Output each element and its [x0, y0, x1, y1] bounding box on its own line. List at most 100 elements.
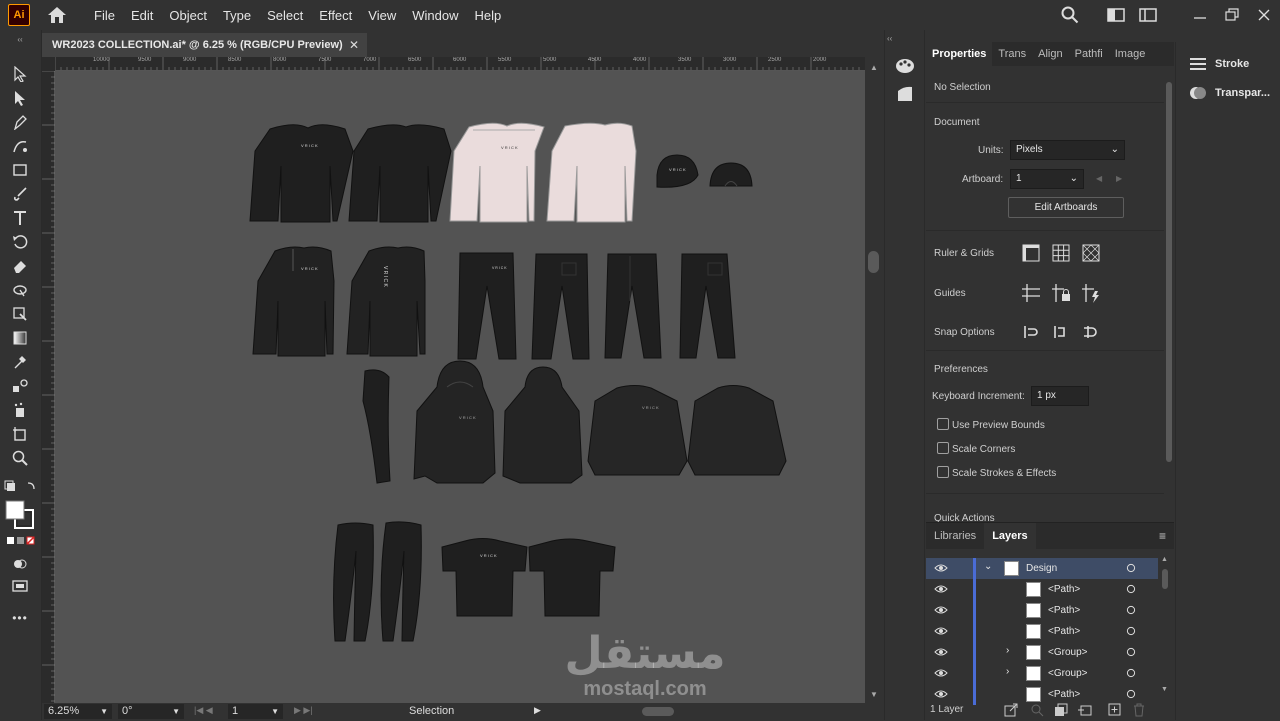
keyboard-increment-input[interactable]: 1 px [1031, 386, 1089, 406]
rectangle-tool-icon[interactable] [10, 160, 30, 180]
curvature-tool-icon[interactable] [10, 136, 30, 156]
fill-stroke-swatch[interactable] [5, 500, 35, 530]
swap-fill-stroke-icon[interactable] [4, 476, 38, 496]
artboard-navigator[interactable]: 1 ▼ [228, 704, 283, 719]
ruler-origin[interactable] [42, 57, 55, 71]
target-circle-icon[interactable] [1126, 668, 1136, 678]
vertical-ruler[interactable] [42, 70, 55, 703]
garment-longsleeve-black-front[interactable]: V R I C K [249, 124, 354, 223]
collapse-strip-icon[interactable]: ‹‹ [887, 34, 892, 43]
first-artboard-icon[interactable]: |◀ ◀ [194, 705, 213, 716]
garment-leggings-front[interactable] [333, 522, 374, 642]
layer-row-design[interactable]: ⌄ Design [926, 558, 1158, 579]
use-preview-bounds-checkbox[interactable] [937, 418, 949, 430]
paintbrush-tool-icon[interactable] [10, 184, 30, 204]
collapse-toolbar-icon[interactable]: ‹‹ [10, 34, 30, 44]
garment-cap-back[interactable] [709, 162, 753, 187]
menu-file[interactable]: File [86, 8, 123, 23]
tab-layers[interactable]: Layers [984, 523, 1036, 549]
menu-help[interactable]: Help [466, 8, 509, 23]
layer-row[interactable]: › <Group> [926, 663, 1158, 684]
tab-transform[interactable]: Trans [992, 48, 1032, 60]
visibility-eye-icon[interactable] [934, 626, 948, 636]
workspace-layout-icon[interactable] [1107, 6, 1125, 24]
garment-pants-back[interactable] [531, 253, 590, 360]
units-select[interactable]: Pixels ⌄ [1010, 140, 1125, 160]
document-tab[interactable]: WR2023 COLLECTION.ai* @ 6.25 % (RGB/CPU … [42, 33, 367, 57]
next-artboard-icon[interactable]: ▶ [1116, 174, 1122, 183]
tab-image[interactable]: Image [1109, 48, 1152, 60]
minimize-icon[interactable] [1191, 6, 1209, 24]
last-artboard-icon[interactable]: ▶ ▶| [294, 705, 313, 716]
garment-longsleeve-pink-front[interactable]: V R I C K [449, 122, 545, 223]
scroll-down-icon[interactable]: ▼ [870, 690, 878, 699]
smart-guides-icon[interactable] [1080, 282, 1102, 304]
previous-artboard-icon[interactable]: ◀ [1096, 174, 1102, 183]
new-layer-icon[interactable] [1108, 703, 1122, 717]
visibility-eye-icon[interactable] [934, 563, 948, 573]
rotate-tool-icon[interactable] [10, 232, 30, 252]
layer-row[interactable]: <Path> [926, 579, 1158, 600]
show-guides-icon[interactable] [1020, 282, 1042, 304]
tab-align[interactable]: Align [1032, 48, 1068, 60]
chevron-right-icon[interactable]: › [1006, 666, 1009, 677]
garment-cargo-pants-front[interactable] [604, 253, 662, 359]
pen-tool-icon[interactable] [10, 112, 30, 132]
visibility-eye-icon[interactable] [934, 668, 948, 678]
garment-tshirt-front[interactable]: V R I C K [441, 538, 528, 617]
garment-longsleeve-black-back[interactable] [348, 124, 452, 223]
transparency-panel-button[interactable]: Transpar... [1188, 84, 1270, 102]
home-icon[interactable] [46, 5, 68, 25]
type-tool-icon[interactable] [10, 208, 30, 228]
new-sublayer-icon[interactable] [1078, 703, 1094, 717]
visibility-eye-icon[interactable] [934, 605, 948, 615]
garment-zip-top-back[interactable]: V R I C K [346, 246, 426, 357]
zoom-select[interactable]: 6.25% ▼ [44, 704, 112, 719]
horizontal-ruler[interactable]: 10000 9500 9000 8500 8000 7500 7000 6500 6000 550… [55, 57, 865, 71]
width-tool-icon[interactable] [10, 280, 30, 300]
properties-scrollbar[interactable] [1164, 72, 1174, 512]
close-window-icon[interactable] [1255, 6, 1273, 24]
menu-edit[interactable]: Edit [123, 8, 161, 23]
transparency-grid-icon[interactable] [1080, 242, 1102, 264]
garment-hoodie-front[interactable]: V R I C K [413, 360, 496, 484]
chevron-right-icon[interactable]: › [1006, 645, 1009, 656]
target-circle-icon[interactable] [1126, 647, 1136, 657]
blend-tool-icon[interactable] [10, 376, 30, 396]
artboard-select[interactable]: 1 ⌄ [1010, 169, 1084, 189]
visibility-eye-icon[interactable] [934, 584, 948, 594]
target-circle-icon[interactable] [1126, 563, 1136, 573]
menu-view[interactable]: View [360, 8, 404, 23]
direct-selection-tool-icon[interactable] [10, 88, 30, 108]
eyedropper-tool-icon[interactable] [10, 352, 30, 372]
menu-window[interactable]: Window [404, 8, 466, 23]
edit-artboards-button[interactable]: Edit Artboards [1008, 197, 1124, 218]
scroll-thumb[interactable] [868, 251, 879, 273]
export-icon[interactable] [1004, 703, 1018, 717]
menu-effect[interactable]: Effect [311, 8, 360, 23]
status-menu-icon[interactable]: ▶ [534, 705, 541, 716]
scroll-thumb[interactable] [1166, 82, 1172, 462]
menu-select[interactable]: Select [259, 8, 311, 23]
menu-type[interactable]: Type [215, 8, 259, 23]
layer-row[interactable]: <Path> [926, 600, 1158, 621]
garment-legging-side[interactable] [362, 369, 391, 484]
symbol-sprayer-tool-icon[interactable] [10, 400, 30, 420]
garment-leggings-back[interactable] [380, 521, 422, 642]
garment-tshirt-back[interactable] [528, 538, 616, 617]
tab-pathfinder[interactable]: Pathfi [1069, 48, 1109, 60]
scale-corners-checkbox[interactable] [937, 442, 949, 454]
grid-icon[interactable] [1050, 242, 1072, 264]
garment-zip-top-front[interactable]: V R I C K [252, 246, 335, 357]
scroll-up-icon[interactable]: ▲ [870, 63, 878, 72]
layers-scrollbar[interactable]: ▲ ▼ [1160, 556, 1170, 693]
horizontal-scroll-thumb[interactable] [642, 707, 674, 716]
delete-layer-icon[interactable] [1132, 703, 1146, 717]
restore-icon[interactable] [1223, 6, 1241, 24]
scroll-thumb[interactable] [1162, 569, 1168, 589]
layer-row[interactable]: <Path> [926, 621, 1158, 642]
menu-object[interactable]: Object [161, 8, 215, 23]
more-tools-icon[interactable]: ••• [10, 608, 30, 628]
garment-cargo-pants-back[interactable] [679, 253, 736, 359]
visibility-eye-icon[interactable] [934, 647, 948, 657]
